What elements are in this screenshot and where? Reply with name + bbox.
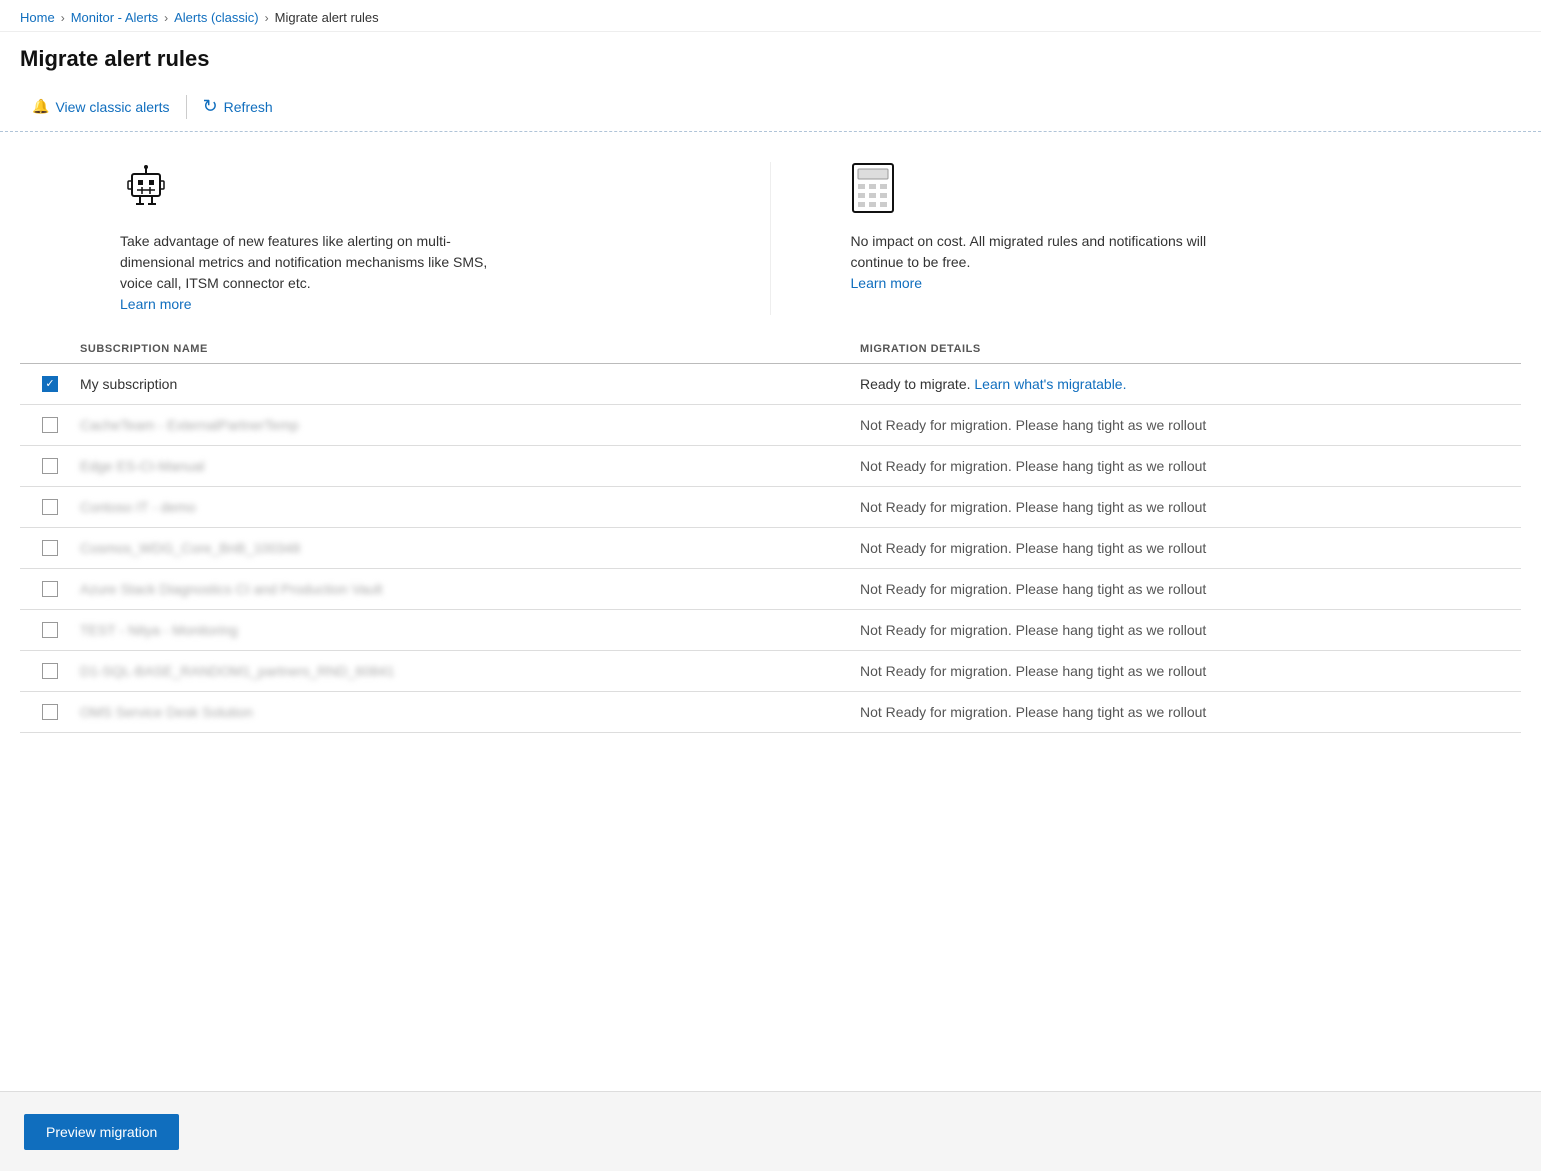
subscription-name-col-header: SUBSCRIPTION NAME — [80, 343, 860, 355]
preview-migration-button[interactable]: Preview migration — [24, 1114, 179, 1150]
info-card-robot: Take advantage of new features like aler… — [20, 162, 771, 315]
table-row: D1-SQL-BASE_RANDOM1_partners_RND_60841 N… — [20, 651, 1521, 692]
info-cards-section: Take advantage of new features like aler… — [0, 132, 1541, 335]
breadcrumb-current: Migrate alert rules — [275, 10, 379, 25]
migration-details-8: Not Ready for migration. Please hang tig… — [860, 704, 1521, 720]
ready-text-0: Ready to migrate. — [860, 376, 971, 392]
refresh-icon: ↻ — [203, 96, 218, 117]
checkbox-cell-8[interactable] — [20, 704, 80, 720]
checkbox-cell-0[interactable]: ✓ — [20, 376, 80, 392]
table-row: TEST - Nitya - Monitoring Not Ready for … — [20, 610, 1521, 651]
checkbox-cell-2[interactable] — [20, 458, 80, 474]
breadcrumb-home[interactable]: Home — [20, 10, 55, 25]
toolbar-divider — [186, 95, 187, 119]
checkbox-0[interactable]: ✓ — [42, 376, 58, 392]
checkbox-4[interactable] — [42, 540, 58, 556]
checkbox-3[interactable] — [42, 499, 58, 515]
checkbox-1[interactable] — [42, 417, 58, 433]
migration-details-1: Not Ready for migration. Please hang tig… — [860, 417, 1521, 433]
card-text-calculator: No impact on cost. All migrated rules an… — [851, 231, 1231, 294]
checkmark-icon-0: ✓ — [45, 379, 54, 390]
breadcrumb-sep-3: › — [265, 11, 269, 25]
refresh-button[interactable]: ↻ Refresh — [191, 90, 285, 123]
subscription-name-6: TEST - Nitya - Monitoring — [80, 622, 860, 638]
toolbar: 🔔 View classic alerts ↻ Refresh — [0, 82, 1541, 132]
migration-details-2: Not Ready for migration. Please hang tig… — [860, 458, 1521, 474]
table-row: Cosmos_WDG_Core_BnB_100348 Not Ready for… — [20, 528, 1521, 569]
breadcrumb-monitor-alerts[interactable]: Monitor - Alerts — [71, 10, 158, 25]
checkbox-cell-5[interactable] — [20, 581, 80, 597]
breadcrumb-alerts-classic[interactable]: Alerts (classic) — [174, 10, 259, 25]
subscription-name-3: Contoso IT - demo — [80, 499, 860, 515]
checkbox-cell-1[interactable] — [20, 417, 80, 433]
subscription-name-7: D1-SQL-BASE_RANDOM1_partners_RND_60841 — [80, 663, 860, 679]
migration-details-col-header: MIGRATION DETAILS — [860, 343, 1521, 355]
view-classic-alerts-button[interactable]: 🔔 View classic alerts — [20, 92, 182, 121]
migration-details-0: Ready to migrate. Learn what's migratabl… — [860, 376, 1521, 392]
checkbox-2[interactable] — [42, 458, 58, 474]
subscription-name-4: Cosmos_WDG_Core_BnB_100348 — [80, 540, 860, 556]
checkbox-8[interactable] — [42, 704, 58, 720]
subscription-name-5: Azure Stack Diagnostics CI and Productio… — [80, 581, 860, 597]
table-row: Edge ES-CI-Manual Not Ready for migratio… — [20, 446, 1521, 487]
subscription-name-2: Edge ES-CI-Manual — [80, 458, 860, 474]
checkbox-cell-7[interactable] — [20, 663, 80, 679]
subscription-name-1: CacheTeam - ExternalPartnerTemp — [80, 417, 860, 433]
table-row: Azure Stack Diagnostics CI and Productio… — [20, 569, 1521, 610]
subscription-name-8: OMS Service Desk Solution — [80, 704, 860, 720]
breadcrumb-sep-2: › — [164, 11, 168, 25]
table-row: Contoso IT - demo Not Ready for migratio… — [20, 487, 1521, 528]
subscriptions-table: SUBSCRIPTION NAME MIGRATION DETAILS ✓ My… — [0, 335, 1541, 733]
refresh-label: Refresh — [224, 99, 273, 115]
checkbox-cell-4[interactable] — [20, 540, 80, 556]
view-classic-alerts-label: View classic alerts — [55, 99, 169, 115]
breadcrumb-sep-1: › — [61, 11, 65, 25]
checkbox-cell-3[interactable] — [20, 499, 80, 515]
checkbox-5[interactable] — [42, 581, 58, 597]
bell-icon: 🔔 — [32, 98, 49, 115]
checkbox-cell-6[interactable] — [20, 622, 80, 638]
table-header: SUBSCRIPTION NAME MIGRATION DETAILS — [20, 335, 1521, 364]
subscription-name-0: My subscription — [80, 376, 860, 392]
migration-details-6: Not Ready for migration. Please hang tig… — [860, 622, 1521, 638]
footer-bar: Preview migration — [0, 1091, 1541, 1171]
breadcrumb: Home › Monitor - Alerts › Alerts (classi… — [0, 0, 1541, 32]
card-text-robot: Take advantage of new features like aler… — [120, 231, 500, 315]
table-row: ✓ My subscription Ready to migrate. Lear… — [20, 364, 1521, 405]
checkbox-7[interactable] — [42, 663, 58, 679]
learn-migratable-link-0[interactable]: Learn what's migratable. — [974, 376, 1126, 392]
info-card-calculator: No impact on cost. All migrated rules an… — [771, 162, 1522, 315]
learn-more-link-1[interactable]: Learn more — [120, 296, 192, 312]
robot-icon — [120, 162, 172, 214]
migration-details-5: Not Ready for migration. Please hang tig… — [860, 581, 1521, 597]
checkbox-6[interactable] — [42, 622, 58, 638]
robot-icon-container — [120, 162, 730, 217]
migration-details-3: Not Ready for migration. Please hang tig… — [860, 499, 1521, 515]
page-header: Migrate alert rules — [0, 32, 1541, 82]
learn-more-link-2[interactable]: Learn more — [851, 275, 923, 291]
migration-details-4: Not Ready for migration. Please hang tig… — [860, 540, 1521, 556]
calculator-icon — [851, 162, 895, 214]
calc-icon-container — [851, 162, 1482, 217]
migration-details-7: Not Ready for migration. Please hang tig… — [860, 663, 1521, 679]
checkbox-col-header — [20, 343, 80, 355]
page-title: Migrate alert rules — [20, 46, 1521, 72]
table-row: OMS Service Desk Solution Not Ready for … — [20, 692, 1521, 733]
table-row: CacheTeam - ExternalPartnerTemp Not Read… — [20, 405, 1521, 446]
